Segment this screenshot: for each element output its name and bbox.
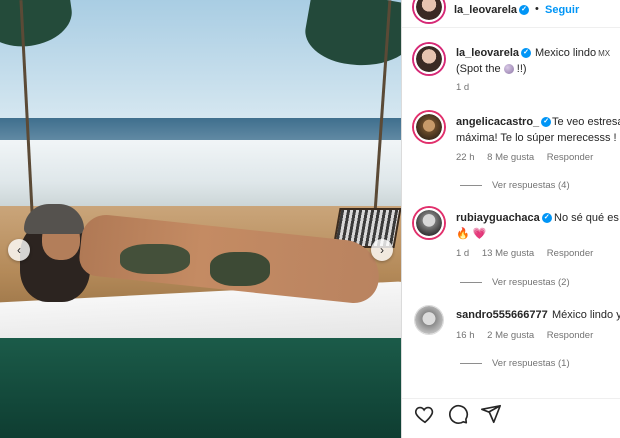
comment-avatar[interactable] [414, 112, 444, 142]
comment-meta: 22 h 8 Me gusta Responder [456, 152, 603, 163]
post-author-avatar[interactable] [414, 0, 444, 22]
caption-text: Mexico lindo [535, 47, 597, 59]
post-photo[interactable]: ‹ › [0, 0, 401, 438]
bikini-bottom [210, 252, 270, 286]
comment-likes[interactable]: 13 Me gusta [482, 248, 534, 259]
post-author-username-text[interactable]: la_leovarela [454, 4, 517, 16]
comment-username[interactable]: angelicacastro_ ✓ [456, 116, 552, 128]
comment-username-text[interactable]: rubiayguachaca [456, 212, 540, 224]
view-replies-label[interactable]: Ver respuestas (4) [492, 180, 570, 191]
verified-icon: ✓ [541, 117, 552, 128]
comment-text: No sé qué es [554, 212, 619, 224]
reply-button[interactable]: Responder [547, 152, 593, 163]
comment-likes[interactable]: 2 Me gusta [487, 330, 534, 341]
caption-text-line2: (Spot the !!) [456, 63, 527, 75]
separator-dot: • [535, 3, 539, 15]
comment-username[interactable]: rubiayguachaca ✓ [456, 212, 552, 224]
carousel-prev-button[interactable]: ‹ [8, 239, 30, 261]
caption-username[interactable]: la_leovarela ✓ [456, 47, 531, 59]
comment-time: 16 h [456, 330, 475, 341]
caption-text-suffix: !!) [513, 63, 527, 75]
comment-likes[interactable]: 8 Me gusta [487, 152, 534, 163]
caption-username-text[interactable]: la_leovarela [456, 47, 519, 59]
share-icon[interactable] [480, 403, 502, 425]
view-replies-button[interactable]: Ver respuestas (4) [460, 180, 570, 191]
bikini-top [120, 244, 190, 274]
caption-text-line1: Mexico lindo MX [535, 47, 610, 59]
caption-text-prefix: (Spot the [456, 63, 501, 75]
verified-icon: ✓ [541, 213, 552, 224]
post-author-username[interactable]: la_leovarela ✓ [454, 4, 529, 16]
replies-divider [460, 184, 482, 186]
comments-panel: la_leovarela ✓ • Seguir la_leovarela ✓ Mex… [401, 0, 620, 438]
reply-button[interactable]: Responder [547, 330, 593, 341]
ball-emoji-icon [503, 64, 514, 75]
comment-meta: 16 h 2 Me gusta Responder [456, 330, 603, 341]
comment-avatar[interactable] [414, 305, 444, 335]
comment-avatar[interactable] [414, 208, 444, 238]
post-actions-bar [402, 398, 620, 428]
comment-meta: 1 d 13 Me gusta Responder [456, 248, 603, 259]
verified-icon: ✓ [521, 48, 531, 59]
replies-divider [460, 362, 482, 364]
comment-text: México lindo y [552, 309, 620, 321]
comment-emojis: 🔥 💗 [456, 228, 487, 240]
green-mattress [0, 338, 401, 438]
like-icon[interactable] [414, 403, 436, 425]
comment-text-line2: máxima! Te lo súper merecesss ! [456, 132, 617, 144]
carousel-next-button[interactable]: › [371, 239, 393, 261]
comment-time: 1 d [456, 248, 470, 259]
comment-text: Te veo estresa [552, 116, 620, 128]
comment-time: 22 h [456, 152, 475, 163]
view-replies-button[interactable]: Ver respuestas (2) [460, 277, 570, 288]
flag-emoji: MX [598, 49, 611, 58]
reply-button[interactable]: Responder [547, 248, 593, 259]
caption-avatar[interactable] [414, 44, 444, 74]
view-replies-label[interactable]: Ver respuestas (1) [492, 358, 570, 369]
caption-time: 1 d [456, 82, 470, 93]
comment-username-text[interactable]: angelicacastro_ [456, 116, 539, 128]
verified-icon: ✓ [519, 5, 529, 16]
replies-divider [460, 281, 482, 283]
comment-username[interactable]: sandro555666777 [456, 309, 548, 321]
view-replies-label[interactable]: Ver respuestas (2) [492, 277, 570, 288]
person-cap [24, 204, 84, 234]
comment-icon[interactable] [447, 403, 469, 425]
follow-button[interactable]: Seguir [545, 4, 579, 16]
view-replies-button[interactable]: Ver respuestas (1) [460, 358, 570, 369]
person [20, 200, 400, 310]
post-header: la_leovarela ✓ • Seguir [402, 0, 620, 28]
